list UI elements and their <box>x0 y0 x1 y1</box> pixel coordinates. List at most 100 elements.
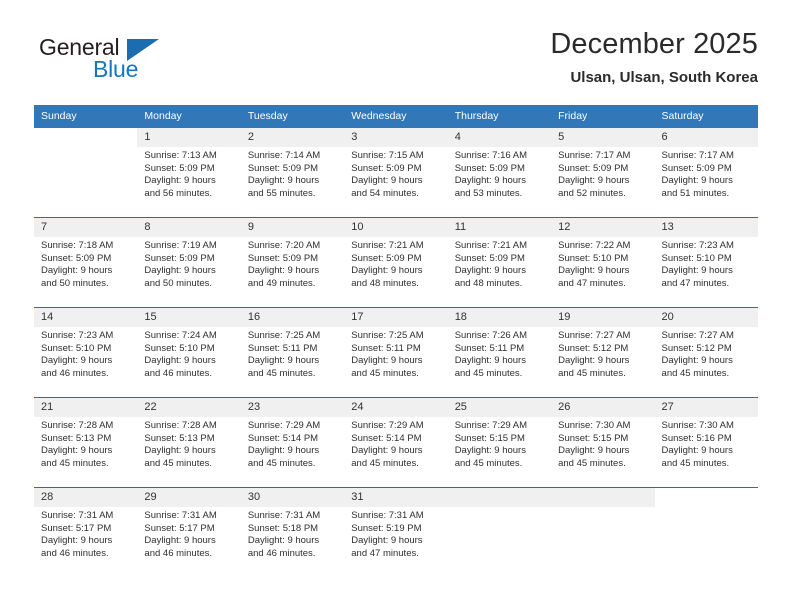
calendar-day-cell[interactable]: 9 Sunrise: 7:20 AM Sunset: 5:09 PM Daylight… <box>240 217 345 308</box>
sunrise-text: Sunrise: 7:28 AM <box>144 420 217 431</box>
calendar-day-cell[interactable]: 6 Sunrise: 7:17 AM Sunset: 5:09 PM Daylight… <box>654 128 758 218</box>
sunset-text: Sunset: 5:09 PM <box>454 252 525 264</box>
daylight-text-line2: and 45 minutes. <box>661 367 730 379</box>
daylight-text-line2: and 46 minutes. <box>144 367 213 379</box>
calendar-day-cell[interactable]: 15 Sunrise: 7:24 AM Sunset: 5:10 PM Dayligh… <box>137 307 241 398</box>
day-sun-info: Sunrise: 7:24 AM Sunset: 5:10 PM Daylight:… <box>137 327 240 380</box>
sunset-text: Sunset: 5:11 PM <box>454 342 525 354</box>
calendar-day-cell[interactable]: 11 Sunrise: 7:21 AM Sunset: 5:09 PM Dayligh… <box>447 217 552 308</box>
day-number: 29 <box>137 488 241 507</box>
calendar-day-cell[interactable]: 30 Sunrise: 7:31 AM Sunset: 5:18 PM Dayligh… <box>240 487 345 577</box>
calendar-day-cell[interactable]: 5 Sunrise: 7:17 AM Sunset: 5:09 PM Daylight… <box>551 128 655 218</box>
day-sun-info: Sunrise: 7:26 AM Sunset: 5:11 PM Daylight:… <box>448 327 551 380</box>
daylight-text-line1: Daylight: 9 hours <box>454 355 526 367</box>
calendar-day-cell[interactable]: 13 Sunrise: 7:23 AM Sunset: 5:10 PM Dayligh… <box>654 217 758 308</box>
calendar-day-cell[interactable]: 4 Sunrise: 7:16 AM Sunset: 5:09 PM Daylight… <box>447 128 552 218</box>
calendar-day-cell[interactable]: 28 Sunrise: 7:31 AM Sunset: 5:17 PM Dayligh… <box>34 487 138 577</box>
daylight-text-line1: Daylight: 9 hours <box>247 265 320 277</box>
calendar-day-cell-empty <box>34 128 138 218</box>
calendar-day-cell[interactable]: 26 Sunrise: 7:30 AM Sunset: 5:15 PM Dayligh… <box>551 397 655 488</box>
general-blue-logo[interactable]: General Blue <box>39 34 219 90</box>
calendar-day-cell[interactable]: 16 Sunrise: 7:25 AM Sunset: 5:11 PM Dayligh… <box>240 307 345 398</box>
day-sun-info: Sunrise: 7:21 AM Sunset: 5:09 PM Daylight:… <box>344 237 447 290</box>
day-number <box>551 488 655 507</box>
day-number <box>34 128 138 147</box>
calendar-day-cell[interactable]: 19 Sunrise: 7:27 AM Sunset: 5:12 PM Dayligh… <box>551 307 655 398</box>
calendar-day-cell[interactable]: 24 Sunrise: 7:29 AM Sunset: 5:14 PM Dayligh… <box>344 397 448 488</box>
day-sun-info: Sunrise: 7:27 AM Sunset: 5:12 PM Daylight:… <box>655 327 758 380</box>
daylight-text-line2: and 45 minutes. <box>558 457 626 469</box>
calendar-day-cell[interactable]: 18 Sunrise: 7:26 AM Sunset: 5:11 PM Dayligh… <box>447 307 552 398</box>
day-sun-info: Sunrise: 7:30 AM Sunset: 5:16 PM Daylight:… <box>655 417 758 470</box>
calendar-day-cell[interactable]: 22 Sunrise: 7:28 AM Sunset: 5:13 PM Dayligh… <box>137 397 241 488</box>
day-sun-info: Sunrise: 7:29 AM Sunset: 5:15 PM Daylight:… <box>448 417 551 470</box>
daylight-text-line2: and 50 minutes. <box>144 277 213 289</box>
sunset-text: Sunset: 5:18 PM <box>247 522 319 534</box>
weekday-header-thursday: Thursday <box>447 105 552 128</box>
day-number: 8 <box>137 218 241 237</box>
calendar-day-cell[interactable]: 7 Sunrise: 7:18 AM Sunset: 5:09 PM Daylight… <box>34 217 138 308</box>
day-number: 11 <box>447 218 552 237</box>
day-sun-info: Sunrise: 7:23 AM Sunset: 5:10 PM Daylight:… <box>655 237 758 290</box>
daylight-text-line1: Daylight: 9 hours <box>41 265 113 277</box>
day-number: 6 <box>654 128 758 147</box>
weekday-header-saturday: Saturday <box>654 105 758 128</box>
calendar-day-cell[interactable]: 3 Sunrise: 7:15 AM Sunset: 5:09 PM Daylight… <box>344 128 448 218</box>
sunrise-text: Sunrise: 7:31 AM <box>41 510 114 521</box>
daylight-text-line2: and 56 minutes. <box>144 187 213 199</box>
sunrise-text: Sunrise: 7:15 AM <box>351 150 424 161</box>
calendar-day-cell[interactable]: 25 Sunrise: 7:29 AM Sunset: 5:15 PM Dayligh… <box>447 397 552 488</box>
sunset-text: Sunset: 5:14 PM <box>351 432 422 444</box>
daylight-text-line2: and 46 minutes. <box>247 547 316 559</box>
day-sun-info: Sunrise: 7:31 AM Sunset: 5:18 PM Daylight:… <box>241 507 344 560</box>
calendar-day-cell[interactable]: 12 Sunrise: 7:22 AM Sunset: 5:10 PM Dayligh… <box>551 217 655 308</box>
sunset-text: Sunset: 5:14 PM <box>247 432 319 444</box>
calendar-day-cell[interactable]: 8 Sunrise: 7:19 AM Sunset: 5:09 PM Daylight… <box>137 217 241 308</box>
calendar-day-cell[interactable]: 2 Sunrise: 7:14 AM Sunset: 5:09 PM Daylight… <box>240 128 345 218</box>
page-title: December 2025 <box>550 28 758 60</box>
sunset-text: Sunset: 5:09 PM <box>144 162 215 174</box>
day-number: 16 <box>240 308 345 327</box>
sunset-text: Sunset: 5:13 PM <box>144 432 215 444</box>
calendar-day-cell[interactable]: 14 Sunrise: 7:23 AM Sunset: 5:10 PM Dayligh… <box>34 307 138 398</box>
calendar-day-cell[interactable]: 21 Sunrise: 7:28 AM Sunset: 5:13 PM Dayligh… <box>34 397 138 488</box>
day-sun-info: Sunrise: 7:29 AM Sunset: 5:14 PM Daylight:… <box>344 417 447 470</box>
sunrise-text: Sunrise: 7:27 AM <box>558 330 631 341</box>
day-number: 2 <box>240 128 345 147</box>
day-number: 13 <box>654 218 758 237</box>
day-number: 5 <box>551 128 655 147</box>
calendar-page: General Blue December 2025 Ulsan, Ulsan,… <box>0 0 792 612</box>
calendar-day-cell[interactable]: 27 Sunrise: 7:30 AM Sunset: 5:16 PM Dayligh… <box>654 397 758 488</box>
daylight-text-line1: Daylight: 9 hours <box>144 445 216 457</box>
daylight-text-line2: and 47 minutes. <box>351 547 419 559</box>
day-sun-info: Sunrise: 7:31 AM Sunset: 5:17 PM Daylight:… <box>137 507 240 560</box>
calendar-day-cell[interactable]: 10 Sunrise: 7:21 AM Sunset: 5:09 PM Dayligh… <box>344 217 448 308</box>
sunset-text: Sunset: 5:09 PM <box>144 252 215 264</box>
day-number: 25 <box>447 398 552 417</box>
calendar-day-cell[interactable]: 17 Sunrise: 7:25 AM Sunset: 5:11 PM Dayligh… <box>344 307 448 398</box>
sunset-text: Sunset: 5:11 PM <box>247 342 318 354</box>
day-sun-info: Sunrise: 7:27 AM Sunset: 5:12 PM Daylight:… <box>551 327 654 380</box>
weekday-header-sunday: Sunday <box>34 105 138 128</box>
day-sun-info: Sunrise: 7:29 AM Sunset: 5:14 PM Daylight:… <box>241 417 344 470</box>
daylight-text-line2: and 45 minutes. <box>144 457 213 469</box>
daylight-text-line2: and 53 minutes. <box>454 187 523 199</box>
calendar-day-cell[interactable]: 31 Sunrise: 7:31 AM Sunset: 5:19 PM Dayligh… <box>344 487 448 577</box>
sunset-text: Sunset: 5:15 PM <box>454 432 525 444</box>
calendar-day-cell-empty <box>654 487 758 577</box>
calendar-day-cell[interactable]: 23 Sunrise: 7:29 AM Sunset: 5:14 PM Dayligh… <box>240 397 345 488</box>
sunrise-text: Sunrise: 7:18 AM <box>41 240 114 251</box>
day-number: 27 <box>654 398 758 417</box>
calendar-day-cell[interactable]: 1 Sunrise: 7:13 AM Sunset: 5:09 PM Daylight… <box>137 128 241 218</box>
calendar-body: 1 Sunrise: 7:13 AM Sunset: 5:09 PM Daylight… <box>34 128 758 577</box>
calendar-day-cell[interactable]: 20 Sunrise: 7:27 AM Sunset: 5:12 PM Dayligh… <box>654 307 758 398</box>
sunset-text: Sunset: 5:09 PM <box>247 252 319 264</box>
sunrise-text: Sunrise: 7:31 AM <box>247 510 321 521</box>
sunrise-text: Sunrise: 7:31 AM <box>144 510 217 521</box>
daylight-text-line1: Daylight: 9 hours <box>454 175 526 187</box>
sunrise-text: Sunrise: 7:19 AM <box>144 240 217 251</box>
calendar-day-cell[interactable]: 29 Sunrise: 7:31 AM Sunset: 5:17 PM Dayligh… <box>137 487 241 577</box>
daylight-text-line1: Daylight: 9 hours <box>41 535 113 547</box>
daylight-text-line1: Daylight: 9 hours <box>247 445 320 457</box>
daylight-text-line2: and 45 minutes. <box>558 367 626 379</box>
